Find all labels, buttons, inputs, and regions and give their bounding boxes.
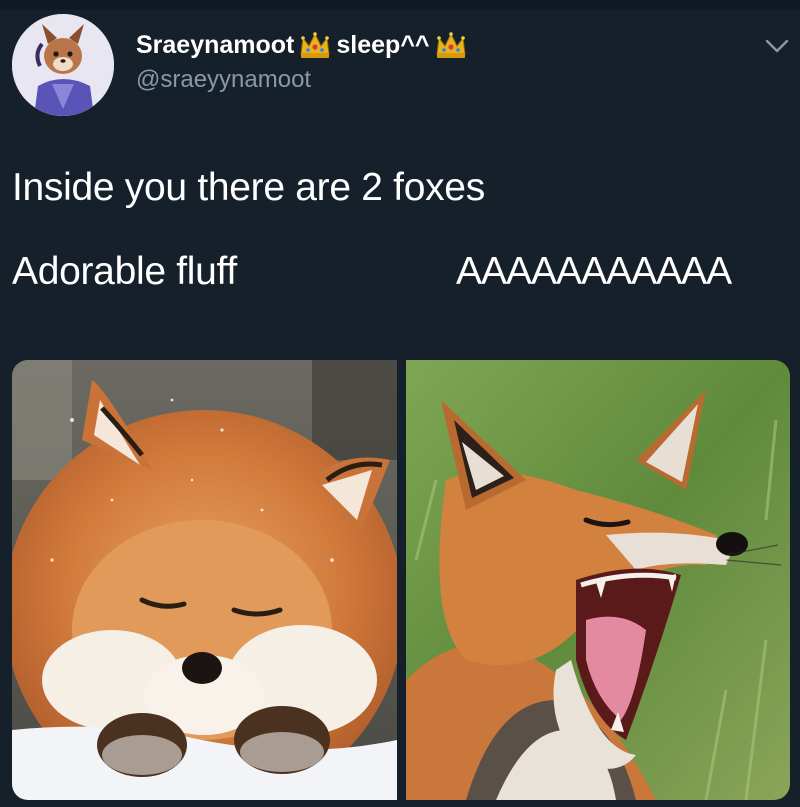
avatar-image xyxy=(12,14,114,116)
yawning-fox-photo[interactable] xyxy=(406,360,790,800)
top-strip xyxy=(0,0,800,10)
media-grid xyxy=(12,360,790,800)
display-name-part2: sleep^^ xyxy=(336,30,430,59)
display-name-part1: Sraeynamoot xyxy=(136,30,295,59)
chevron-down-icon[interactable] xyxy=(761,32,793,60)
crown-icon xyxy=(434,30,468,60)
author-handle[interactable]: @sraeyynamoot xyxy=(136,66,311,94)
author-display-name[interactable]: Sraeynamoot sleep^^ xyxy=(136,29,472,61)
label-adorable-fluff: Adorable fluff xyxy=(12,250,237,293)
tweet-text: Inside you there are 2 foxes xyxy=(12,166,485,209)
sleepy-fox-photo[interactable] xyxy=(12,360,397,800)
label-screaming: AAAAAAAAAAA xyxy=(456,250,732,293)
avatar[interactable] xyxy=(12,14,114,116)
crown-icon xyxy=(298,30,332,60)
